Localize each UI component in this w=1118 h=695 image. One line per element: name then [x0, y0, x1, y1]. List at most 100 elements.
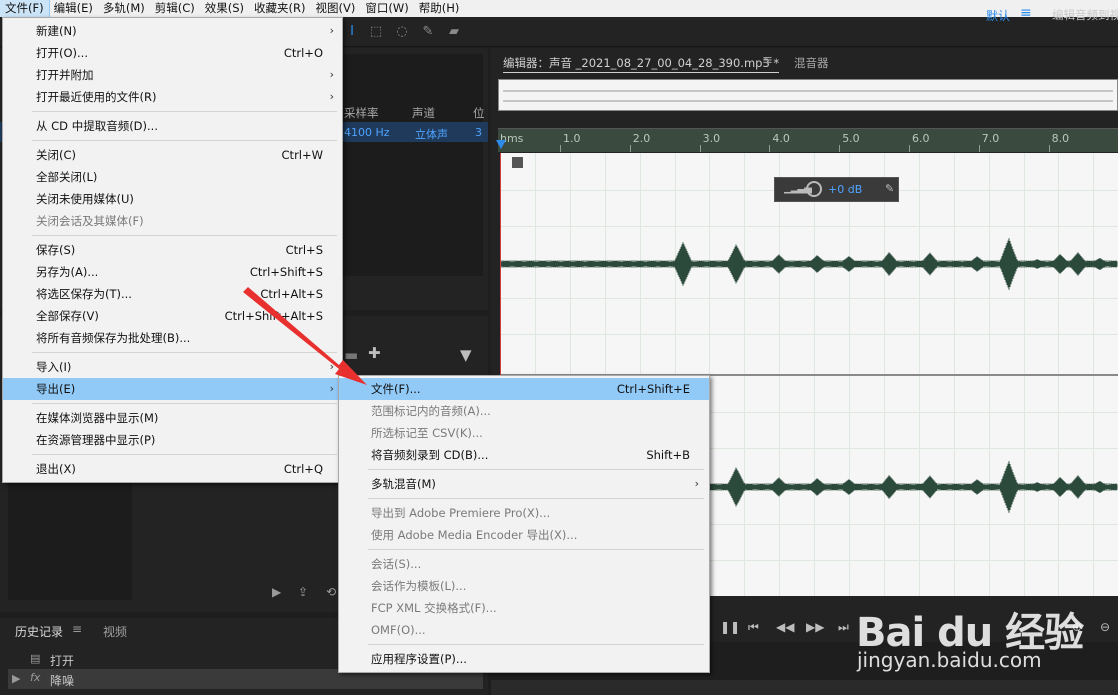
- workspace-menu-icon[interactable]: ≡: [1020, 5, 1032, 21]
- menu-clip[interactable]: 剪辑(C): [150, 0, 200, 17]
- menu-item-导出[interactable]: 导出(E) ›: [3, 378, 342, 400]
- menu-separator: [368, 498, 704, 499]
- workspace-selector[interactable]: 默认: [986, 7, 1010, 24]
- menu-item-全部保存[interactable]: 全部保存(V) Ctrl+Shift+Alt+S: [3, 305, 342, 327]
- menu-window[interactable]: 窗口(W): [360, 0, 413, 17]
- play-marker-icon: ▶: [12, 672, 21, 685]
- menu-separator: [32, 111, 337, 112]
- menu-separator: [368, 469, 704, 470]
- menu-item-全部关闭[interactable]: 全部关闭(L): [3, 166, 342, 188]
- menu-item-导出到-adobe-premiere-pro: 导出到 Adobe Premiere Pro(X)...: [339, 502, 709, 524]
- skip-end-icon[interactable]: ⏭: [838, 620, 849, 635]
- skip-start-icon[interactable]: ⏮: [748, 620, 759, 635]
- tab-mixer[interactable]: 混音器: [794, 55, 829, 71]
- tab-video[interactable]: 视频: [103, 623, 127, 640]
- menu-item-将所有音频保存为批处理[interactable]: 将所有音频保存为批处理(B)...: [3, 327, 342, 349]
- menu-item-label: 打开并附加: [36, 68, 94, 82]
- panel-menu-icon[interactable]: ≡: [72, 622, 82, 636]
- menu-item-label: 应用程序设置(P)...: [371, 652, 467, 666]
- zoom-out-icon[interactable]: ⊖: [1100, 620, 1110, 634]
- ruler-label: 2.0: [632, 132, 651, 145]
- menu-separator: [368, 549, 704, 550]
- marquee-tool-icon[interactable]: ⬚: [368, 24, 384, 40]
- menu-item-文件[interactable]: 文件(F)... Ctrl+Shift+E: [339, 378, 709, 400]
- lasso-tool-icon[interactable]: ◌: [394, 24, 410, 40]
- file-bits: 3: [475, 126, 482, 139]
- menu-item-shortcut: Ctrl+Shift+S: [249, 265, 323, 279]
- menu-item-打开[interactable]: 打开(O)... Ctrl+O: [3, 42, 342, 64]
- menu-item-打开并附加[interactable]: 打开并附加 ›: [3, 64, 342, 86]
- ruler-tick: [560, 145, 561, 152]
- rewind-icon[interactable]: ◀◀: [776, 620, 794, 634]
- menu-item-shortcut: Ctrl+O: [283, 46, 323, 60]
- chevron-right-icon: ›: [329, 24, 334, 37]
- add-shortcut-icon[interactable]: ✚: [368, 344, 381, 362]
- waveform-overview[interactable]: [498, 79, 1118, 111]
- ruler-tick: [909, 145, 910, 152]
- history-entry-label: 降噪: [50, 674, 75, 688]
- menu-item-新建[interactable]: 新建(N) ›: [3, 20, 342, 42]
- fast-forward-icon[interactable]: ▶▶: [806, 620, 824, 634]
- minus-icon[interactable]: ▬: [344, 346, 358, 364]
- menu-item-label: 使用 Adobe Media Encoder 导出(X)...: [371, 528, 578, 542]
- menu-item-退出[interactable]: 退出(X) Ctrl+Q: [3, 458, 342, 480]
- spot-healing-tool-icon[interactable]: ▰: [446, 24, 462, 40]
- menu-edit[interactable]: 编辑(E): [49, 0, 98, 17]
- menu-item-shortcut: Ctrl+Q: [283, 462, 323, 476]
- workspace-edit-audio-video[interactable]: 编辑音频到视: [1052, 7, 1118, 23]
- menu-item-从-cd-中提取音频[interactable]: 从 CD 中提取音频(D)...: [3, 115, 342, 137]
- tab-history[interactable]: 历史记录: [15, 623, 63, 640]
- column-sample-rate[interactable]: 采样率: [344, 105, 379, 121]
- chevron-right-icon: ›: [329, 360, 334, 373]
- menu-separator: [368, 644, 704, 645]
- menu-item-将音频刻录到-cd[interactable]: 将音频刻录到 CD(B)... Shift+B: [339, 444, 709, 466]
- ruler-tick: [978, 145, 980, 152]
- export-icon[interactable]: ⇪: [298, 585, 308, 599]
- time-selection-tool-icon[interactable]: I: [344, 24, 360, 40]
- fx-icon: fx: [30, 671, 41, 684]
- play-icon[interactable]: ▶: [272, 585, 281, 599]
- menu-item-范围标记内的音频: 范围标记内的音频(A)...: [339, 400, 709, 422]
- menu-separator: [32, 235, 337, 236]
- menu-item-保存[interactable]: 保存(S) Ctrl+S: [3, 239, 342, 261]
- menu-item-label: 所选标记至 CSV(K)...: [371, 426, 483, 440]
- fade-handle-icon[interactable]: [512, 157, 523, 168]
- time-ruler[interactable]: [498, 128, 1118, 152]
- column-bits[interactable]: 位: [473, 105, 485, 121]
- gain-knob[interactable]: [806, 181, 822, 197]
- menu-item-应用程序设置[interactable]: 应用程序设置(P)...: [339, 648, 709, 670]
- ruler-label: 3.0: [702, 132, 721, 145]
- menu-item-打开最近使用的文件[interactable]: 打开最近使用的文件(R) ›: [3, 86, 342, 108]
- menu-item-另存为[interactable]: 另存为(A)... Ctrl+Shift+S: [3, 261, 342, 283]
- menu-item-label: 全部关闭(L): [36, 170, 98, 184]
- menu-item-label: 会话作为模板(L)...: [371, 579, 467, 593]
- filter-icon[interactable]: ▼: [460, 346, 472, 364]
- playhead-marker[interactable]: [496, 140, 506, 149]
- menu-item-label: 从 CD 中提取音频(D)...: [36, 119, 158, 133]
- menu-item-label: 退出(X): [36, 462, 76, 476]
- menu-item-label: 全部保存(V): [36, 309, 99, 323]
- pause-icon[interactable]: ❚❚: [720, 620, 740, 634]
- menu-item-多轨混音[interactable]: 多轨混音(M) ›: [339, 473, 709, 495]
- menu-item-label: 另存为(A)...: [36, 265, 99, 279]
- pin-icon[interactable]: ✎: [885, 182, 894, 195]
- menu-effects[interactable]: 效果(S): [200, 0, 249, 17]
- menu-item-label: 将音频刻录到 CD(B)...: [371, 448, 489, 462]
- menu-multitrack[interactable]: 多轨(M): [98, 0, 150, 17]
- menu-help[interactable]: 帮助(H): [414, 0, 465, 17]
- menu-item-label: 多轨混音(M): [371, 477, 436, 491]
- panel-menu-icon[interactable]: ≡: [762, 53, 773, 68]
- menu-file[interactable]: 文件(F): [0, 0, 50, 18]
- tab-editor[interactable]: 编辑器：声音 _2021_08_27_00_04_28_390.mp3 *: [503, 55, 780, 73]
- menu-item-将选区保存为[interactable]: 将选区保存为(T)... Ctrl+Alt+S: [3, 283, 342, 305]
- menu-item-在媒体浏览器中显示[interactable]: 在媒体浏览器中显示(M): [3, 407, 342, 429]
- menu-item-在资源管理器中显示[interactable]: 在资源管理器中显示(P): [3, 429, 342, 451]
- menu-view[interactable]: 视图(V): [311, 0, 361, 17]
- loop-icon[interactable]: ⟲: [326, 585, 336, 599]
- menu-item-关闭[interactable]: 关闭(C) Ctrl+W: [3, 144, 342, 166]
- menu-favorites[interactable]: 收藏夹(R): [249, 0, 310, 17]
- menu-item-导入[interactable]: 导入(I) ›: [3, 356, 342, 378]
- menu-item-关闭未使用媒体[interactable]: 关闭未使用媒体(U): [3, 188, 342, 210]
- brush-tool-icon[interactable]: ✎: [420, 24, 436, 40]
- column-channels[interactable]: 声道: [412, 105, 435, 121]
